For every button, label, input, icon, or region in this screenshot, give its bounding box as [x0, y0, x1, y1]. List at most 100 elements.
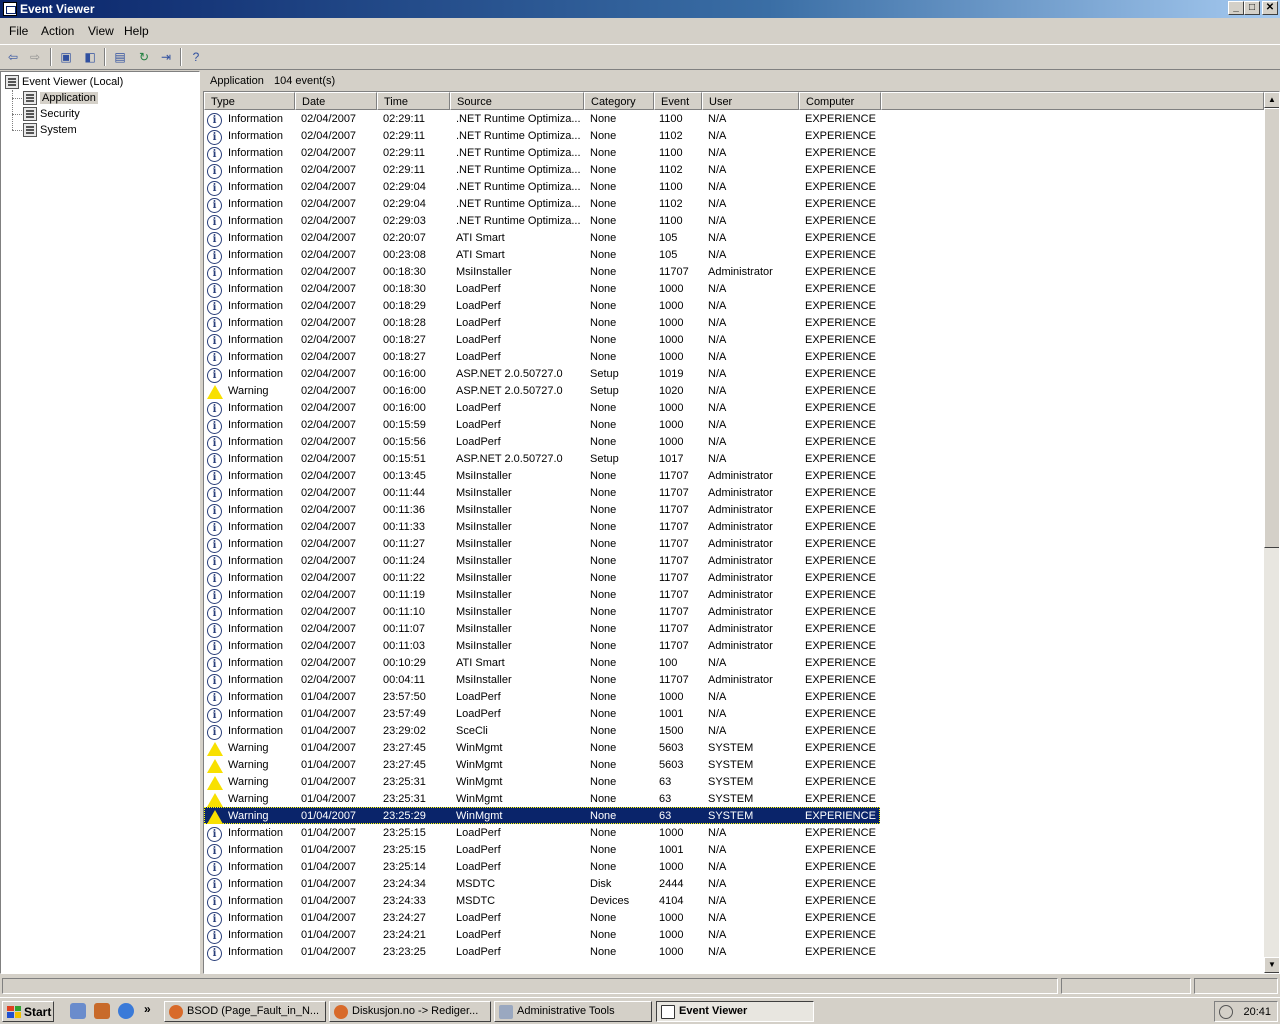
close-button[interactable]: ✕ [1262, 1, 1278, 15]
tree-item-security[interactable]: Security [23, 106, 80, 122]
help-icon[interactable]: ? [186, 47, 206, 67]
cell-source: .NET Runtime Optimiza... [456, 198, 580, 210]
firefox-quicklaunch-icon[interactable] [94, 1003, 110, 1019]
table-row[interactable]: i Information 02/04/2007 02:29:04 .NET Runti… [204, 178, 880, 196]
table-row[interactable]: Warning 02/04/2007 00:16:00 ASP.NET 2.0.507… [204, 382, 880, 399]
menu-help[interactable]: Help [124, 24, 149, 38]
column-header-event[interactable]: Event [654, 92, 702, 110]
table-row[interactable]: i Information 02/04/2007 02:29:11 .NET Runti… [204, 110, 880, 128]
menu-file[interactable]: File [9, 24, 28, 38]
internet-explorer-icon[interactable] [118, 1003, 134, 1019]
table-row[interactable]: i Information 02/04/2007 00:11:44 MsiInstall… [204, 484, 880, 502]
table-row[interactable]: i Information 01/04/2007 23:29:02 SceCli None… [204, 722, 880, 740]
cell-date: 01/04/2007 [301, 912, 357, 924]
clock[interactable]: 20:41 [1243, 1006, 1271, 1018]
refresh-icon[interactable]: ↻ [134, 47, 154, 67]
table-row[interactable]: i Information 01/04/2007 23:23:25 LoadPerf No… [204, 943, 880, 961]
table-row[interactable]: i Information 02/04/2007 00:15:59 LoadPerf No… [204, 416, 880, 434]
cell-user: N/A [708, 300, 727, 312]
minimize-button[interactable]: _ [1228, 1, 1244, 15]
menu-action[interactable]: Action [41, 24, 74, 38]
table-row[interactable]: i Information 01/04/2007 23:25:14 LoadPerf No… [204, 858, 880, 876]
task-event-viewer[interactable]: Event Viewer [656, 1001, 814, 1022]
table-row[interactable]: i Information 02/04/2007 00:16:00 LoadPerf No… [204, 399, 880, 417]
table-row[interactable]: i Information 02/04/2007 02:29:11 .NET Runti… [204, 127, 880, 145]
up-folder-icon[interactable]: ▣ [56, 47, 76, 67]
table-row[interactable]: i Information 02/04/2007 00:15:56 LoadPerf No… [204, 433, 880, 451]
show-hide-tree-icon[interactable]: ◧ [80, 47, 100, 67]
table-row[interactable]: i Information 02/04/2007 00:15:51 ASP.NET 2.… [204, 450, 880, 468]
table-row[interactable]: i Information 02/04/2007 00:11:03 MsiInstall… [204, 637, 880, 655]
table-row[interactable]: i Information 01/04/2007 23:25:15 LoadPerf No… [204, 824, 880, 842]
column-header-category[interactable]: Category [584, 92, 654, 110]
table-row[interactable]: i Information 02/04/2007 00:23:08 ATI Smart N… [204, 246, 880, 264]
table-row[interactable]: Warning 01/04/2007 23:25:31 WinMgmt None 63 SY… [204, 773, 880, 790]
table-row[interactable]: i Information 02/04/2007 00:04:11 MsiInstall… [204, 671, 880, 689]
table-row[interactable]: i Information 02/04/2007 00:18:27 LoadPerf No… [204, 348, 880, 366]
table-row[interactable]: i Information 02/04/2007 02:20:07 ATI Smart N… [204, 229, 880, 247]
table-row[interactable]: i Information 02/04/2007 00:10:29 ATI Smart N… [204, 654, 880, 672]
task-diskusjon[interactable]: Diskusjon.no -> Rediger... [329, 1001, 491, 1022]
menu-view[interactable]: View [88, 24, 114, 38]
column-header-time[interactable]: Time [377, 92, 450, 110]
table-row[interactable]: i Information 02/04/2007 00:18:28 LoadPerf No… [204, 314, 880, 332]
scroll-down-arrow-icon[interactable]: ▼ [1264, 957, 1279, 973]
vertical-scrollbar[interactable]: ▲ ▼ [1264, 92, 1279, 973]
start-button[interactable]: Start [2, 1001, 54, 1022]
table-row[interactable]: Warning 01/04/2007 23:25:31 WinMgmt None 63 SY… [204, 790, 880, 807]
table-row[interactable]: i Information 01/04/2007 23:24:27 LoadPerf No… [204, 909, 880, 927]
table-row[interactable]: i Information 02/04/2007 00:16:00 ASP.NET 2.… [204, 365, 880, 383]
quicklaunch-chevron[interactable]: » [144, 1002, 151, 1016]
table-row[interactable]: i Information 02/04/2007 00:18:27 LoadPerf No… [204, 331, 880, 349]
table-row[interactable]: i Information 02/04/2007 00:18:29 LoadPerf No… [204, 297, 880, 315]
column-header-date[interactable]: Date [295, 92, 377, 110]
table-row[interactable]: i Information 02/04/2007 02:29:03 .NET Runti… [204, 212, 880, 230]
maximize-button[interactable]: □ [1244, 1, 1260, 15]
back-arrow-icon[interactable]: ⇦ [3, 47, 23, 67]
column-header-computer[interactable]: Computer [799, 92, 881, 110]
network-tray-icon[interactable] [1219, 1005, 1233, 1019]
tree-root-event-viewer[interactable]: Event Viewer (Local) [5, 74, 123, 90]
task-bsod-page[interactable]: BSOD (Page_Fault_in_N... [164, 1001, 326, 1022]
table-row[interactable]: i Information 02/04/2007 00:11:36 MsiInstall… [204, 501, 880, 519]
table-row[interactable]: i Information 02/04/2007 02:29:11 .NET Runti… [204, 144, 880, 162]
table-row[interactable]: Warning 01/04/2007 23:27:45 WinMgmt None 5603… [204, 756, 880, 773]
event-list[interactable]: Type Date Time Source Category Event Use… [203, 91, 1280, 974]
scroll-thumb[interactable] [1264, 108, 1279, 548]
table-row[interactable]: i Information 02/04/2007 00:11:24 MsiInstall… [204, 552, 880, 570]
scroll-up-arrow-icon[interactable]: ▲ [1264, 92, 1279, 108]
show-desktop-icon[interactable] [70, 1003, 86, 1019]
table-row[interactable]: i Information 02/04/2007 00:11:33 MsiInstall… [204, 518, 880, 536]
column-header-type[interactable]: Type [204, 92, 295, 110]
information-icon: i [207, 232, 222, 247]
tree-item-application[interactable]: Application [23, 90, 98, 106]
task-administrative-tools[interactable]: Administrative Tools [494, 1001, 652, 1022]
forward-arrow-icon[interactable]: ⇨ [25, 47, 45, 67]
table-row[interactable]: i Information 01/04/2007 23:24:34 MSDTC Disk 2… [204, 875, 880, 893]
table-row[interactable]: i Information 01/04/2007 23:57:49 LoadPerf No… [204, 705, 880, 723]
table-row[interactable]: i Information 02/04/2007 00:11:07 MsiInstall… [204, 620, 880, 638]
table-row[interactable]: i Information 02/04/2007 00:11:27 MsiInstall… [204, 535, 880, 553]
column-header-source[interactable]: Source [450, 92, 584, 110]
event-viewer-app-icon[interactable] [3, 2, 17, 16]
tree-item-system[interactable]: System [23, 122, 77, 138]
column-header-user[interactable]: User [702, 92, 799, 110]
table-row[interactable]: i Information 01/04/2007 23:25:15 LoadPerf No… [204, 841, 880, 859]
table-row[interactable]: i Information 02/04/2007 02:29:04 .NET Runti… [204, 195, 880, 213]
table-row[interactable]: i Information 02/04/2007 00:11:19 MsiInstall… [204, 586, 880, 604]
table-row[interactable]: Warning 01/04/2007 23:27:45 WinMgmt None 5603… [204, 739, 880, 756]
properties-icon[interactable]: ▤ [110, 47, 130, 67]
cell-type: Information [228, 606, 284, 618]
export-list-icon[interactable]: ⇥ [156, 47, 176, 67]
table-row[interactable]: i Information 02/04/2007 00:18:30 MsiInstall… [204, 263, 880, 281]
table-row[interactable]: Warning 01/04/2007 23:25:29 WinMgmt None 63 SY… [204, 807, 880, 824]
table-row[interactable]: i Information 01/04/2007 23:24:21 LoadPerf No… [204, 926, 880, 944]
table-row[interactable]: i Information 02/04/2007 02:29:11 .NET Runti… [204, 161, 880, 179]
table-row[interactable]: i Information 02/04/2007 00:11:10 MsiInstall… [204, 603, 880, 621]
table-row[interactable]: i Information 02/04/2007 00:18:30 LoadPerf No… [204, 280, 880, 298]
table-row[interactable]: i Information 02/04/2007 00:13:45 MsiInstall… [204, 467, 880, 485]
table-row[interactable]: i Information 01/04/2007 23:24:33 MSDTC Devic… [204, 892, 880, 910]
table-row[interactable]: i Information 02/04/2007 00:11:22 MsiInstall… [204, 569, 880, 587]
table-row[interactable]: i Information 01/04/2007 23:57:50 LoadPerf No… [204, 688, 880, 706]
cell-event: 5603 [659, 759, 684, 771]
